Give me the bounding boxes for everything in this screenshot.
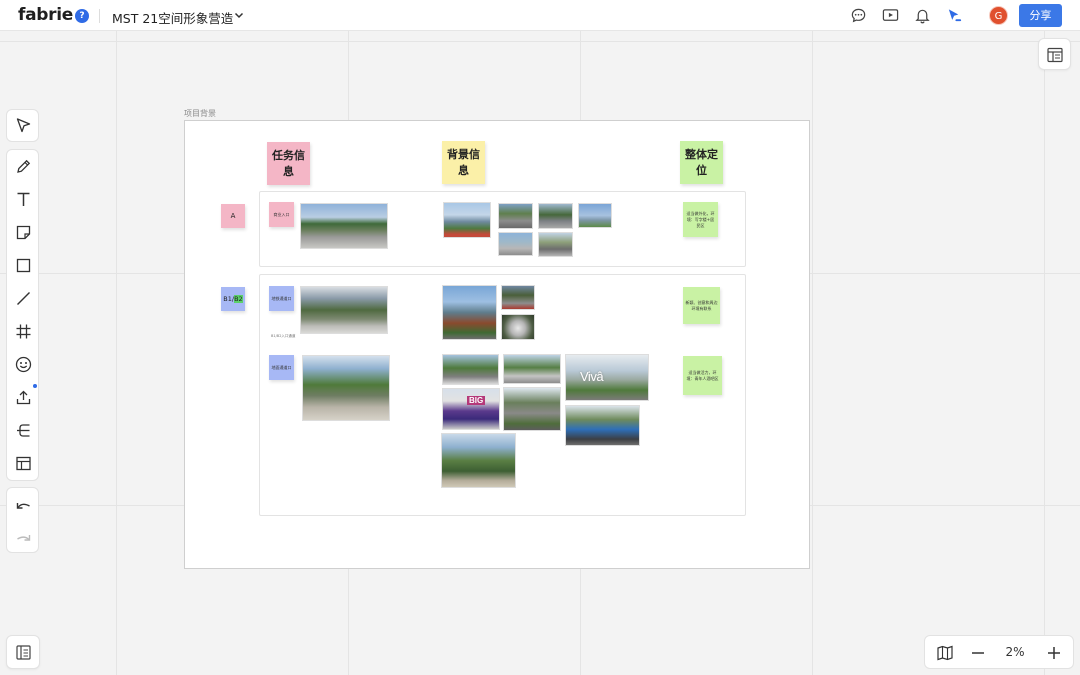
row-b2-position-text: 适当做活力，环境：青年人酒吧区 — [686, 369, 719, 381]
row-b2-position-note[interactable]: 适当做活力，环境：青年人酒吧区 — [683, 356, 722, 395]
row-b2-task-note[interactable]: 地面通道口 — [269, 355, 294, 380]
row-a-position-text: 适当做外化，环境：写字楼+居民区 — [686, 210, 715, 228]
row-b-label[interactable]: B1/B2 — [221, 287, 245, 311]
row-b1-task-text: 地铁通道口 — [271, 295, 292, 301]
layout-icon — [1047, 47, 1063, 63]
background-info-text: 背景信息 — [447, 147, 480, 177]
photo-b2-bg-1[interactable] — [442, 354, 499, 385]
rectangle-icon[interactable] — [14, 256, 33, 275]
row-a-text: A — [230, 212, 236, 220]
sidebar-icon — [16, 645, 31, 660]
photo-a-bg-6[interactable] — [538, 232, 573, 257]
mindmap-icon[interactable] — [14, 421, 33, 440]
photo-b2-entrance[interactable] — [302, 355, 390, 421]
text-icon[interactable] — [14, 190, 33, 209]
bell-icon[interactable] — [914, 7, 931, 24]
task-info-text: 任务信息 — [272, 148, 305, 178]
zoom-in-icon[interactable] — [1045, 644, 1063, 662]
history-toolbar — [6, 487, 39, 553]
row-a-label[interactable]: A — [221, 204, 245, 228]
share-button[interactable]: 分享 — [1019, 4, 1062, 27]
document-title[interactable]: MST 21空间形象营造 — [112, 8, 233, 27]
photo-a-bg-5[interactable] — [498, 232, 533, 256]
zoom-level[interactable]: 2% — [995, 645, 1035, 659]
background-info-header[interactable]: 背景信息 — [442, 141, 485, 184]
pen-icon[interactable] — [14, 157, 33, 176]
photo-b1-bg-1[interactable] — [442, 285, 497, 340]
photo-a-bg-2[interactable] — [498, 203, 533, 229]
positioning-text: 整体定位 — [685, 147, 718, 177]
row-b1-task-note[interactable]: 地铁通道口 — [269, 286, 294, 311]
upload-icon[interactable] — [14, 388, 33, 407]
emoji-icon[interactable] — [14, 355, 33, 374]
photo-b2-bg-4[interactable] — [503, 387, 561, 431]
avatar[interactable]: G — [989, 6, 1008, 25]
row-b1-position-note[interactable]: 新颖、创意和周边环境有联系 — [683, 287, 720, 324]
redo-icon[interactable] — [14, 528, 33, 547]
select-tool-group — [6, 109, 39, 142]
present-icon[interactable] — [882, 7, 899, 24]
upload-badge — [33, 384, 37, 388]
row-b2-task-text: 地面通道口 — [271, 364, 292, 370]
task-info-header[interactable]: 任务信息 — [267, 142, 310, 185]
sticky-note-icon[interactable] — [14, 223, 33, 242]
minimap-icon[interactable] — [936, 644, 954, 662]
vive-sign-text: Vivâ — [580, 369, 604, 384]
select-icon[interactable] — [14, 116, 33, 135]
outline-panel-button[interactable] — [1038, 38, 1071, 70]
photo-a-bg-3[interactable] — [538, 203, 573, 229]
photo-b2-bg-2[interactable] — [503, 354, 561, 384]
drawing-toolbar — [6, 149, 39, 481]
photo-a-bg-4[interactable] — [578, 203, 612, 228]
photo-a-bg-1[interactable] — [443, 202, 491, 238]
line-icon[interactable] — [14, 289, 33, 308]
big-sign-text: BIG — [467, 396, 486, 405]
photo-b1-bg-2[interactable] — [501, 285, 535, 310]
row-b1-position-text: 新颖、创意和周边环境有联系 — [685, 299, 718, 311]
frame-label[interactable]: 项目背景 — [184, 108, 216, 119]
comment-icon[interactable] — [850, 7, 867, 24]
photo-b2-big-sign[interactable]: BIG — [442, 388, 500, 430]
photo-a-entrance[interactable] — [300, 203, 388, 249]
sidebar-toggle-button[interactable] — [6, 635, 40, 669]
table-icon[interactable] — [14, 454, 33, 473]
row-b1-caption[interactable]: B1/B2入口通道 — [271, 334, 295, 339]
row-b-text: B1/ — [223, 295, 235, 303]
photo-b2-bg-6[interactable] — [441, 433, 516, 488]
zoom-control: 2% — [924, 635, 1074, 669]
chevron-down-icon[interactable] — [233, 9, 245, 21]
help-icon[interactable]: ? — [75, 9, 89, 23]
top-bar: fabrie ? MST 21空间形象营造 G 分享 — [0, 0, 1080, 31]
app-logo[interactable]: fabrie — [18, 5, 73, 25]
photo-b1-entrance[interactable] — [300, 286, 388, 334]
undo-icon[interactable] — [14, 496, 33, 515]
positioning-header[interactable]: 整体定位 — [680, 141, 723, 184]
photo-b2-vive-sign[interactable]: Vivâ — [565, 354, 649, 401]
row-a-task-text: 商业入口 — [273, 211, 290, 217]
zoom-out-icon[interactable] — [969, 644, 987, 662]
row-b-highlight: B2 — [234, 295, 243, 303]
photo-b2-bg-5[interactable] — [565, 405, 640, 446]
row-a-task-note[interactable]: 商业入口 — [269, 202, 294, 227]
photo-b1-bg-3[interactable] — [501, 314, 535, 340]
cursor-share-icon[interactable] — [946, 7, 963, 24]
frame-icon[interactable] — [14, 322, 33, 341]
divider — [99, 9, 100, 23]
row-a-position-note[interactable]: 适当做外化，环境：写字楼+居民区 — [683, 202, 718, 237]
